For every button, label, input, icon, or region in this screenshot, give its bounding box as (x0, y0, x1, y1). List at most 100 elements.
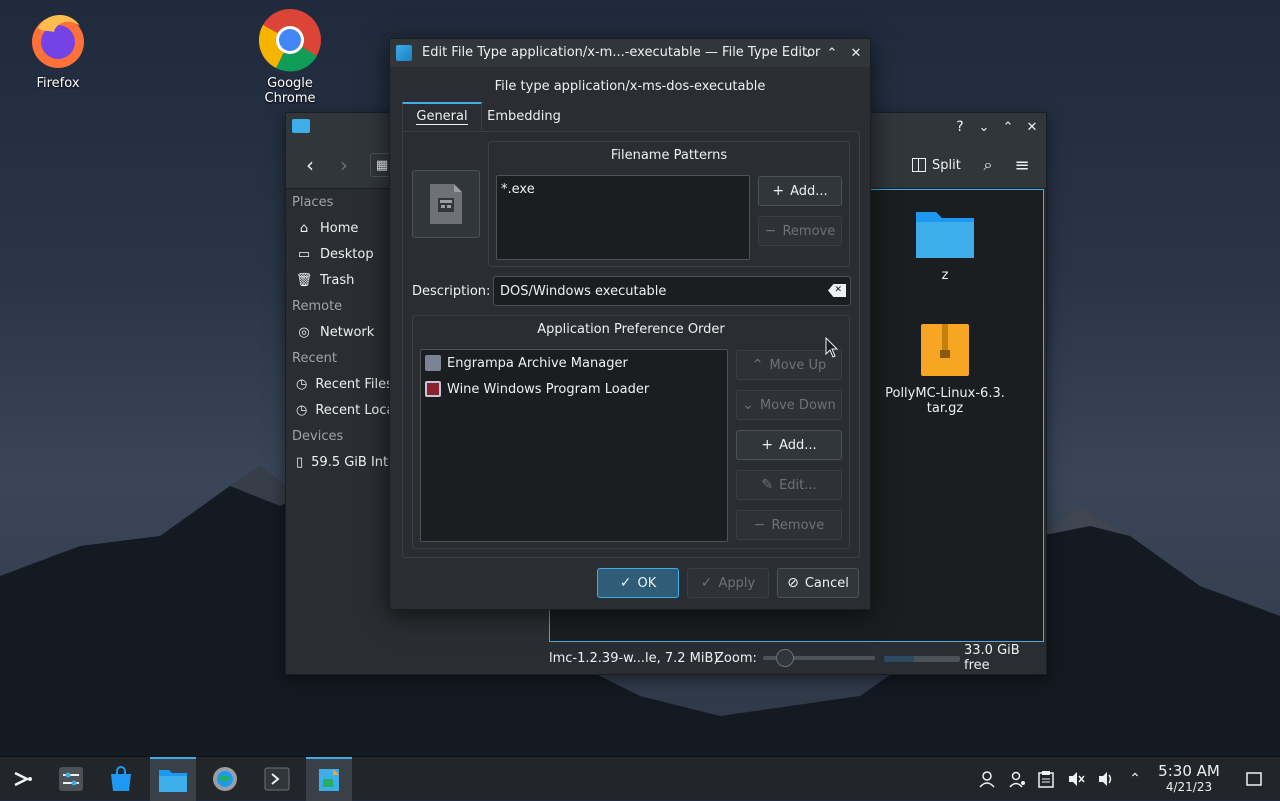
clock-date: 4/21/23 (1165, 780, 1213, 794)
recent-locations-icon: ◷ (296, 402, 308, 418)
app-launcher-button[interactable] (0, 757, 46, 801)
dialog-titlebar[interactable]: Edit File Type application/x-m...-execut… (390, 39, 870, 67)
taskbar-dolphin[interactable] (150, 757, 196, 801)
maximize-icon[interactable]: ⌃ (996, 115, 1020, 139)
minimize-icon[interactable]: ⌄ (972, 115, 996, 139)
taskbar-settings[interactable] (202, 757, 248, 801)
free-space-label: 33.0 GiB free (964, 643, 1020, 673)
zoom-label: Zoom: (715, 650, 757, 666)
app-preference-list[interactable]: Engrampa Archive Manager Wine Windows Pr… (420, 349, 728, 542)
list-item[interactable]: *.exe (497, 176, 749, 197)
description-label: Description: (412, 284, 491, 299)
clock[interactable]: 5:30 AM 4/21/23 (1152, 763, 1226, 795)
clipboard-icon[interactable] (1036, 769, 1056, 789)
list-item[interactable]: Engrampa Archive Manager (421, 350, 727, 376)
gear-globe-icon (213, 767, 237, 791)
network-icon: ◎ (298, 324, 310, 340)
minus-icon: − (764, 223, 777, 239)
terminal-icon (264, 767, 290, 791)
firefox-icon (26, 8, 90, 72)
sidebar-item-trash[interactable]: 🗑 Trash (286, 267, 390, 293)
description-field[interactable]: DOS/Windows executable ✕ (493, 276, 851, 306)
zoom-slider[interactable] (763, 649, 875, 667)
move-down-button[interactable]: ⌄ Move Down (736, 390, 842, 420)
sidebar-item-home[interactable]: ⌂ Home (286, 215, 390, 241)
add-pattern-button[interactable]: + Add... (758, 176, 842, 206)
tab-general[interactable]: General (402, 102, 482, 130)
recent-files-icon: ◷ (296, 376, 308, 392)
file-item-folder[interactable]: z (880, 204, 1010, 283)
filename-patterns-title: Filename Patterns (610, 148, 728, 163)
close-icon[interactable]: ✕ (844, 41, 868, 65)
selection-info: lmc-1.2.39-w...le, 7.2 MiB) (549, 650, 719, 666)
file-name: z (941, 268, 949, 283)
drive-icon: ▯ (296, 454, 304, 470)
apply-button[interactable]: ✓ Apply (687, 568, 769, 598)
mime-type-icon-button[interactable] (412, 170, 480, 238)
chevron-up-icon[interactable]: ⌃ (1125, 769, 1145, 789)
file-item-archive[interactable]: PollyMC-Linux-6.3. tar.gz (880, 322, 1010, 416)
wine-icon (425, 381, 441, 397)
sidebar-item-desktop[interactable]: ▭ Desktop (286, 241, 390, 267)
tab-embedding[interactable]: Embedding (484, 102, 564, 130)
chevron-down-icon: ⌄ (742, 397, 754, 413)
user-icon[interactable] (977, 769, 997, 789)
sidebar-item-recent-locations[interactable]: ◷Recent Locations (286, 397, 390, 423)
ok-button[interactable]: ✓ OK (597, 568, 679, 598)
maximize-icon[interactable]: ⌃ (820, 41, 844, 65)
remove-application-button[interactable]: − Remove (736, 510, 842, 540)
sidebar-group-title: Places (292, 195, 334, 210)
taskbar-konsole[interactable] (254, 757, 300, 801)
help-icon[interactable]: ? (948, 115, 972, 139)
folder-icon (159, 770, 187, 792)
close-icon[interactable]: ✕ (1020, 115, 1044, 139)
home-icon: ⌂ (299, 220, 309, 236)
sidebar-item-network[interactable]: ◎ Network (286, 319, 390, 345)
mouse-cursor-icon (825, 337, 839, 358)
user-switch-icon[interactable] (1007, 769, 1027, 789)
dialog-heading: File type application/x-ms-dos-executabl… (494, 79, 766, 94)
chrome-icon (258, 8, 322, 72)
sidebar-group-title: Remote (292, 299, 343, 314)
file-type-editor-icon (396, 45, 412, 61)
sidebar-item-drive[interactable]: ▯59.5 GiB Internal Drive (286, 449, 390, 475)
clear-text-icon[interactable]: ✕ (828, 284, 846, 297)
sidebar-item-recent-files[interactable]: ◷ Recent Files (286, 371, 390, 397)
minimize-icon[interactable]: ⌄ (796, 41, 820, 65)
taskbar-file-type-editor[interactable] (306, 757, 352, 801)
volume-icon[interactable] (1096, 769, 1116, 789)
taskbar-discover[interactable] (98, 757, 144, 801)
list-item[interactable]: Wine Windows Program Loader (421, 376, 727, 402)
desktop-icon-chrome[interactable]: Google Chrome (240, 8, 340, 106)
chevron-up-icon: ⌃ (751, 357, 764, 373)
split-button[interactable]: Split (912, 153, 961, 177)
executable-file-icon (430, 184, 462, 224)
pencil-icon: ✎ (761, 477, 774, 493)
sidebar-group-title: Devices (292, 429, 344, 444)
steam-deck-launcher-icon (14, 771, 32, 787)
edit-application-button[interactable]: ✎ Edit... (736, 470, 842, 500)
cancel-icon: ⊘ (787, 575, 799, 591)
filename-patterns-list[interactable]: *.exe (496, 175, 750, 260)
remove-pattern-button[interactable]: − Remove (758, 216, 842, 246)
desktop-icon-firefox[interactable]: Firefox (8, 8, 108, 91)
back-icon[interactable]: ‹ (298, 153, 322, 177)
add-application-button[interactable]: + Add... (736, 430, 842, 460)
sliders-icon (59, 767, 83, 791)
cancel-button[interactable]: ⊘ Cancel (777, 568, 859, 598)
forward-icon[interactable]: › (332, 153, 356, 177)
taskbar-system-settings[interactable] (48, 757, 94, 801)
status-bar: lmc-1.2.39-w...le, 7.2 MiB) Zoom: 33.0 G… (286, 642, 1046, 674)
show-desktop-icon[interactable] (1244, 769, 1264, 789)
volume-muted-icon[interactable] (1066, 769, 1086, 789)
file-type-editor-icon (319, 769, 339, 791)
search-icon[interactable]: ⌕ (976, 153, 1000, 177)
zoom-slider-handle[interactable] (776, 649, 795, 667)
file-type-editor-dialog: Edit File Type application/x-m...-execut… (389, 38, 871, 610)
places-panel: Places ⌂ Home ▭ Desktop 🗑 Trash Remote ◎ Net… (286, 189, 390, 646)
hamburger-menu-icon[interactable]: ≡ (1010, 153, 1034, 177)
filename-patterns-group: Filename Patterns *.exe + Add... − Remove (488, 141, 850, 267)
desktop-icon: ▭ (297, 246, 311, 262)
dialog-title: Edit File Type application/x-m...-execut… (422, 45, 821, 60)
tab-content: Filename Patterns *.exe + Add... − Remove … (402, 131, 860, 558)
